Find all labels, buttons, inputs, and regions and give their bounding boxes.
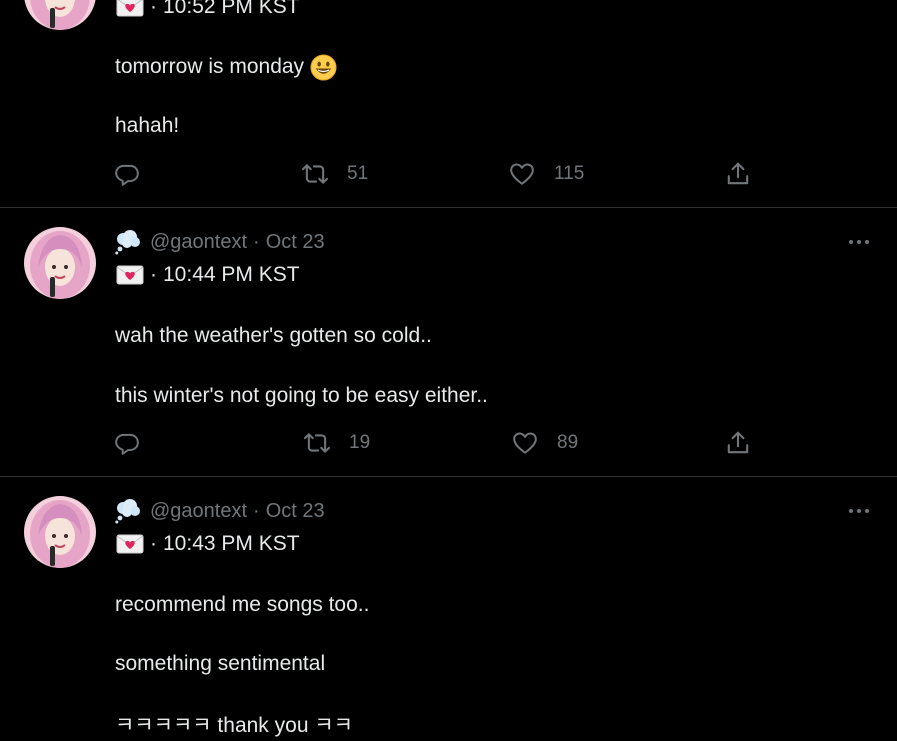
user-handle[interactable]: @gaontext: [150, 231, 247, 254]
reply-icon: [115, 164, 139, 186]
tweet-text-line-1: tomorrow is monday: [115, 52, 337, 82]
tweet-text-line-2: this winter's not going to be easy eithe…: [115, 381, 488, 411]
thought-balloon-icon: [115, 499, 140, 524]
more-icon: [849, 240, 869, 244]
separator-dot: ·: [150, 532, 157, 555]
more-button[interactable]: [842, 232, 876, 252]
separator-dot: ·: [253, 499, 260, 522]
heart-icon: [510, 163, 534, 185]
tweet-1[interactable]: · 10:52 PM KST tomorrow is monday hahah!: [0, 0, 897, 207]
separator-dot: ·: [150, 0, 157, 18]
retweet-count: 19: [349, 432, 371, 453]
tweet-text-line-2: something sentimental: [115, 649, 325, 679]
love-letter-icon: [116, 0, 144, 17]
separator-dot: ·: [253, 230, 260, 253]
retweet-button[interactable]: 51: [302, 159, 368, 189]
tweet-date[interactable]: Oct 23: [266, 500, 325, 523]
tweet-date[interactable]: Oct 23: [266, 231, 325, 254]
like-count: 115: [554, 163, 585, 184]
retweet-icon: [304, 433, 330, 453]
avatar[interactable]: [24, 0, 96, 30]
user-handle[interactable]: @gaontext: [150, 500, 247, 523]
more-button[interactable]: [842, 501, 876, 521]
avatar-photo: [24, 227, 96, 299]
tweet-text: hahah!: [115, 114, 180, 137]
more-icon: [849, 509, 869, 513]
tweet-text: ㅋㅋㅋㅋㅋ thank you ㅋㅋ: [115, 714, 353, 737]
grinning-face-icon: [310, 53, 337, 81]
separator-dot: ·: [150, 263, 157, 286]
tweet-feed: · 10:52 PM KST tomorrow is monday hahah!: [0, 0, 897, 741]
tweet-header: @gaontext · Oct 23: [114, 496, 325, 526]
tweet-text-line-2: hahah!: [115, 111, 179, 141]
tweet-timestamp-row: · 10:43 PM KST: [116, 529, 300, 559]
share-icon: [727, 162, 749, 185]
tweet-text: recommend me songs too..: [115, 593, 370, 616]
tweet-text-line-1: wah the weather's gotten so cold..: [115, 321, 432, 351]
tweet-time[interactable]: 10:52 PM KST: [163, 0, 300, 19]
tweet-2[interactable]: @gaontext · Oct 23 · 10:44 PM KST wah th…: [0, 208, 897, 476]
thought-balloon-icon: [115, 230, 140, 255]
tweet-text: something sentimental: [115, 652, 326, 675]
tweet-header: @gaontext · Oct 23: [114, 227, 325, 257]
reply-button[interactable]: [114, 428, 159, 458]
reply-icon: [115, 433, 139, 455]
avatar-photo: [24, 0, 96, 30]
retweet-icon: [302, 164, 328, 184]
tweet-text: this winter's not going to be easy eithe…: [115, 384, 488, 407]
tweet-time[interactable]: 10:43 PM KST: [163, 532, 300, 556]
retweet-button[interactable]: 19: [304, 428, 370, 458]
like-button[interactable]: 115: [509, 159, 584, 189]
tweet-timestamp-row: · 10:52 PM KST: [116, 0, 300, 22]
love-letter-icon: [116, 265, 144, 285]
tweet-time[interactable]: 10:44 PM KST: [163, 263, 300, 287]
share-icon: [727, 431, 749, 454]
tweet-3[interactable]: @gaontext · Oct 23 · 10:43 PM KST recomm…: [0, 477, 897, 741]
tweet-text-line-1: recommend me songs too..: [115, 590, 369, 620]
avatar[interactable]: [24, 227, 96, 299]
share-button[interactable]: [725, 428, 751, 458]
tweet-text: wah the weather's gotten so cold..: [115, 324, 432, 347]
retweet-count: 51: [347, 163, 369, 184]
tweet-timestamp-row: · 10:44 PM KST: [116, 260, 300, 290]
like-count: 89: [557, 432, 579, 453]
avatar-photo: [24, 496, 96, 568]
love-letter-icon: [116, 534, 144, 554]
avatar[interactable]: [24, 496, 96, 568]
tweet-text-line-3: ㅋㅋㅋㅋㅋ thank you ㅋㅋ: [115, 709, 353, 739]
like-button[interactable]: 89: [512, 428, 578, 458]
heart-icon: [513, 432, 537, 454]
tweet-text: tomorrow is monday: [115, 55, 305, 78]
share-button[interactable]: [725, 159, 751, 189]
reply-button[interactable]: [114, 159, 159, 189]
